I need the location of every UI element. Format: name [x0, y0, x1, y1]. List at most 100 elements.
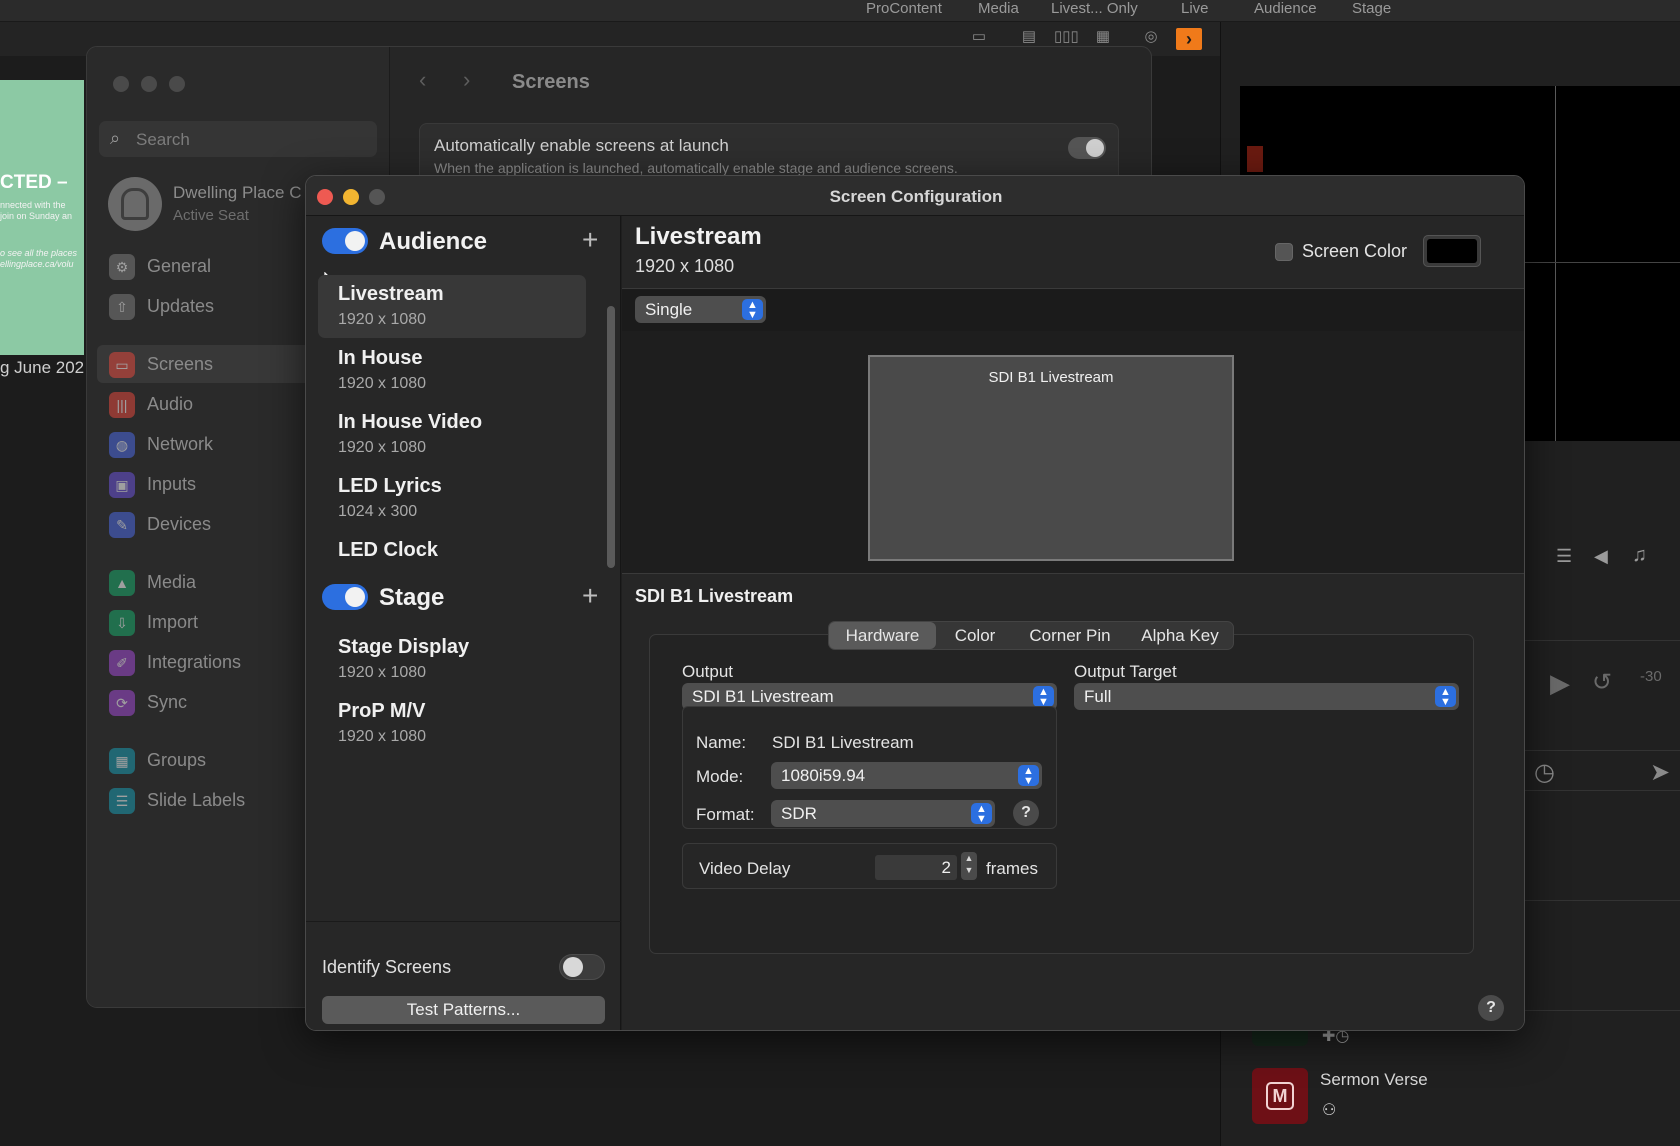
sync-icon: ⟳ [109, 690, 135, 716]
tab-color[interactable]: Color [936, 622, 1014, 649]
forward-chevron-icon[interactable]: › [463, 67, 470, 93]
layout-icon[interactable]: ▦ [1092, 28, 1114, 46]
screen-resolution: 1024 x 300 [338, 503, 418, 520]
people-icon: ⚇ [1322, 1102, 1337, 1119]
output-target-popup[interactable]: Full ▲ ▼ [1074, 683, 1459, 710]
propresenter-logo-icon[interactable]: › [1176, 28, 1202, 50]
audience-toggle[interactable] [322, 228, 368, 254]
screen-detail-panel: Livestream 1920 x 1080 Screen Color Sing… [622, 216, 1524, 1030]
stage-icon[interactable]: ▤ [1018, 28, 1040, 46]
screen-item-led-clock[interactable]: LED Clock [318, 531, 586, 565]
send-icon[interactable]: ➤ [1650, 758, 1670, 787]
screen-list-scrollbar[interactable] [607, 306, 615, 568]
screen-configuration-window: Screen Configuration Audience + Livestre… [305, 175, 1525, 1031]
stage-toggle[interactable] [322, 584, 368, 610]
skip-30-icon[interactable]: -30 [1640, 668, 1662, 685]
play-icon[interactable]: ▶ [1550, 668, 1570, 699]
thumb-title: CTED – [0, 172, 68, 193]
screen-item-stage-display[interactable]: Stage Display 1920 x 1080 [318, 628, 586, 691]
search-icon: ⌕ [110, 128, 121, 148]
settings-search-field[interactable]: ⌕ Search [99, 121, 377, 157]
window-help-button[interactable]: ? [1478, 995, 1504, 1021]
window-minimize-button[interactable] [141, 76, 157, 92]
settings-nav-label: Inputs [147, 474, 197, 494]
settings-nav-label: Import [147, 612, 199, 632]
rp-divider [1525, 900, 1680, 901]
record-icon[interactable]: ◎ [1140, 28, 1162, 46]
screen-resolution: 1920 x 1080 [338, 728, 427, 745]
screen-item-in-house[interactable]: In House 1920 x 1080 [318, 339, 586, 402]
timer-icon[interactable]: ◷ [1534, 758, 1555, 787]
arrangement-popup[interactable]: Single ▲ ▼ [635, 296, 766, 323]
output-value: SDI B1 Livestream [692, 687, 834, 706]
identify-screens-toggle[interactable] [559, 954, 605, 980]
announcement-icon[interactable]: ◀ [1594, 546, 1608, 567]
screen-color-checkbox[interactable] [1275, 243, 1293, 261]
tab-alpha-key[interactable]: Alpha Key [1126, 622, 1234, 649]
waveform-icon: ||| [109, 392, 135, 418]
inputs-icon: ▣ [109, 472, 135, 498]
account-name: Dwelling Place C [173, 183, 302, 202]
screen-item-prop-mv[interactable]: ProP M/V 1920 x 1080 [318, 692, 586, 755]
auto-enable-title: Automatically enable screens at launch [434, 136, 729, 155]
format-value: SDR [781, 804, 817, 823]
thumb-body: nnected with the join on Sunday an [0, 200, 73, 221]
video-delay-unit: frames [986, 859, 1038, 878]
music-icon[interactable]: ♫ [1632, 544, 1647, 567]
format-help-button[interactable]: ? [1013, 800, 1039, 826]
mode-procontent[interactable]: ProContent [866, 0, 942, 17]
popup-chevrons-icon: ▲ ▼ [1435, 686, 1456, 708]
list-icon[interactable]: ☰ [1556, 546, 1572, 567]
screen-name: In House Video [338, 411, 483, 433]
back-chevron-icon[interactable]: ‹ [419, 67, 426, 93]
layers-icon[interactable]: ▯▯▯ [1054, 28, 1079, 46]
window-close-button[interactable] [113, 76, 129, 92]
selected-screen-name[interactable]: Livestream [635, 223, 762, 251]
screen-item-led-lyrics[interactable]: LED Lyrics 1024 x 300 [318, 467, 586, 530]
window-zoom-button[interactable] [169, 76, 185, 92]
skip-back-15-icon[interactable]: ↺ [1592, 668, 1612, 697]
thumb-body-2: o see all the places ellingplace.ca/volu [0, 248, 78, 269]
screen-list-panel: Audience + Livestream 1920 x 1080 In Hou… [306, 216, 621, 1030]
screen-item-in-house-video[interactable]: In House Video 1920 x 1080 [318, 403, 586, 466]
popup-chevrons-icon: ▲ ▼ [1018, 765, 1039, 787]
output-rectangle[interactable]: SDI B1 Livestream [868, 355, 1234, 561]
screen-resolution: 1920 x 1080 [338, 439, 427, 456]
settings-nav-label: Media [147, 572, 197, 592]
rp-divider [1525, 750, 1680, 751]
auto-enable-toggle[interactable] [1068, 137, 1106, 159]
add-stage-screen-button[interactable]: + [582, 582, 598, 610]
screen-resolution: 1920 x 1080 [338, 375, 427, 392]
arrangement-value: Single [645, 300, 693, 319]
mode-media[interactable]: Media [978, 0, 1019, 17]
screen-name: LED Lyrics [338, 475, 442, 497]
list-icon: ☰ [109, 788, 135, 814]
tab-corner-pin[interactable]: Corner Pin [1014, 622, 1126, 649]
popup-chevrons-icon: ▲ ▼ [742, 299, 763, 321]
settings-nav-label: Integrations [147, 652, 242, 672]
test-patterns-button[interactable]: Test Patterns... [322, 996, 605, 1024]
sermon-verse-thumbnail[interactable]: M [1252, 1068, 1308, 1124]
groups-icon: ▦ [109, 748, 135, 774]
account-avatar[interactable] [108, 177, 162, 231]
panel-divider [306, 921, 621, 922]
video-input-icon[interactable]: ▭ [968, 28, 990, 46]
mode-live[interactable]: Live [1181, 0, 1209, 17]
mode-popup[interactable]: 1080i59.94 ▲ ▼ [771, 762, 1042, 789]
mode-audience[interactable]: Audience [1254, 0, 1317, 17]
screen-color-label: Screen Color [1302, 241, 1408, 261]
video-delay-label: Video Delay [699, 859, 791, 878]
tab-hardware[interactable]: Hardware [829, 622, 936, 649]
auto-enable-row: Automatically enable screens at launch W… [419, 123, 1119, 183]
video-delay-field[interactable]: 2 [875, 855, 957, 880]
seat-icon [121, 188, 149, 220]
selected-screen-resolution[interactable]: 1920 x 1080 [635, 256, 734, 277]
format-popup[interactable]: SDR ▲ ▼ [771, 800, 995, 827]
video-delay-stepper[interactable]: ▲ ▼ [961, 852, 977, 880]
slide-thumbnail[interactable]: CTED – nnected with the join on Sunday a… [0, 80, 84, 355]
mode-livestream-only[interactable]: Livest... Only [1051, 0, 1138, 17]
add-audience-screen-button[interactable]: + [582, 226, 598, 254]
screen-item-livestream[interactable]: Livestream 1920 x 1080 [318, 275, 586, 338]
screen-color-well[interactable] [1423, 235, 1481, 267]
mode-stage[interactable]: Stage [1352, 0, 1391, 17]
